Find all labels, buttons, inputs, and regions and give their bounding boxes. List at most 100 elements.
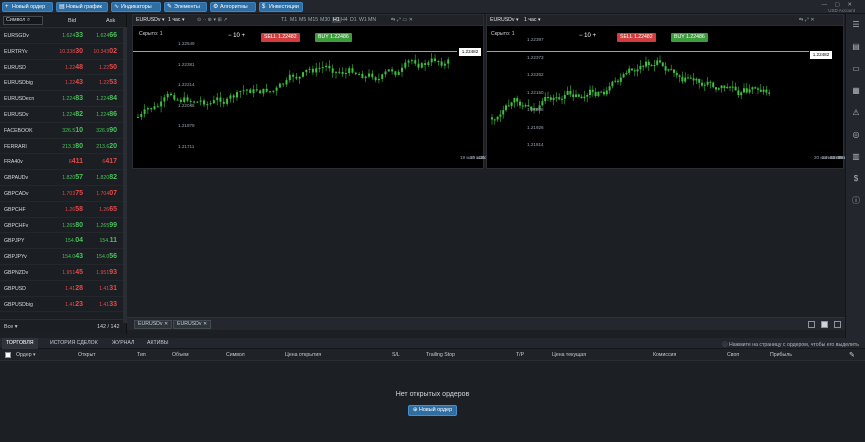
window-icon[interactable]: ▭ xyxy=(851,64,861,74)
quote-row[interactable]: GBPCADv 1.70375 1.70407 xyxy=(0,186,123,202)
calendar-icon[interactable]: ▦ xyxy=(851,86,861,96)
chart-1-options-icon[interactable]: ⇆ ⤢ ▭ ✕ xyxy=(391,17,413,24)
column-header[interactable]: Тип xyxy=(137,352,146,358)
investments-button[interactable]: $ Инвестиции xyxy=(259,2,303,12)
timeframe-m30[interactable]: M30 xyxy=(320,17,330,23)
candle xyxy=(384,71,387,75)
account-info[interactable]: — ▢ ✕ USD Account xyxy=(801,2,855,13)
quote-row[interactable]: GBPNZDv 1.95145 1.95193 xyxy=(0,265,123,281)
column-header[interactable]: Цена открытия xyxy=(285,352,321,358)
timeframe-h1[interactable]: H1 xyxy=(332,17,341,23)
symbol-search-input[interactable]: Символ ⌕ xyxy=(3,16,43,25)
y-tick-label: 1.22397 xyxy=(527,37,544,42)
algorithms-button[interactable]: ⚙ Алгоритмы xyxy=(210,2,256,12)
timeframe-t1[interactable]: T1 xyxy=(281,17,287,23)
candle xyxy=(219,97,222,102)
timeframe-m1[interactable]: M1 xyxy=(290,17,297,23)
elements-button[interactable]: ✎ Элементы xyxy=(164,2,207,12)
quote-row[interactable]: EURTRYv 10.33830 10.34302 xyxy=(0,44,123,60)
column-header[interactable]: Ордер ▾ xyxy=(16,352,36,358)
tab-history[interactable]: ИСТОРИЯ СДЕЛОК xyxy=(46,338,102,349)
layout-single-icon[interactable] xyxy=(808,321,815,328)
column-header[interactable]: Объем xyxy=(172,352,189,358)
compass-icon[interactable]: ◎ xyxy=(851,130,861,140)
column-header[interactable]: Trailing Stop xyxy=(426,352,455,358)
new-chart-button[interactable]: ▤ Новый график xyxy=(56,2,108,12)
timeframe-h4[interactable]: H4 xyxy=(341,17,348,23)
chart-1-period-select[interactable]: 1 час ▾ xyxy=(168,17,185,23)
chart-1-tools-icon[interactable]: ⊙ ·· ⊕ ▾ ⊞ ↗ xyxy=(197,17,228,23)
timeframe-m5[interactable]: M5 xyxy=(299,17,306,23)
chart-2-symbol-select[interactable]: EURUSDv ▾ xyxy=(490,17,519,23)
chart-panel-2[interactable]: EURUSDv ▾ 1 час ▾ ⇆ ⤢ ✕ Скрыто: 1 − 10 +… xyxy=(486,14,865,169)
new-order-button[interactable]: + Новый ордер xyxy=(2,2,53,12)
quote-row[interactable]: FRA40v 6411 6417 xyxy=(0,154,123,171)
candle xyxy=(381,74,384,79)
column-header[interactable]: Комиссия xyxy=(653,352,676,358)
close-icon[interactable]: ✕ xyxy=(203,321,207,327)
quote-row[interactable]: GBPUSDbig 1.4123 1.4133 xyxy=(0,297,123,313)
select-all-checkbox[interactable] xyxy=(5,352,11,358)
chart-2-period-select[interactable]: 1 час ▾ xyxy=(524,17,541,23)
candle xyxy=(561,98,563,100)
timeframe-d1[interactable]: D1 xyxy=(350,17,357,23)
layout-grid-icon[interactable] xyxy=(821,321,828,328)
current-price-tag: 1.22482 xyxy=(459,48,481,56)
tab-assets[interactable]: АКТИВЫ xyxy=(143,338,172,349)
column-header[interactable]: Прибыль xyxy=(770,352,792,358)
chart-1-symbol-select[interactable]: EURUSDv ▾ xyxy=(136,17,165,23)
edit-icon[interactable]: ✎ xyxy=(849,351,855,359)
chart-icon[interactable]: ▤ xyxy=(851,42,861,52)
candle xyxy=(575,94,577,98)
column-header[interactable]: Своп xyxy=(727,352,739,358)
bid-price: 1.2658 xyxy=(50,206,83,213)
close-icon[interactable]: ✕ xyxy=(164,321,168,327)
quote-row[interactable]: FACEBOOK 326.510 326.990 xyxy=(0,123,123,139)
column-header[interactable]: Открыт xyxy=(78,352,96,358)
chart-2-options-icon[interactable]: ⇆ ⤢ ✕ xyxy=(799,17,815,24)
dollar-icon[interactable]: $ xyxy=(851,174,861,184)
quote-row[interactable]: EURUSD 1.2248 1.2250 xyxy=(0,60,123,76)
ask-column-header[interactable]: Ask xyxy=(106,18,115,24)
quote-row[interactable]: GBPJPYv 154.043 154.056 xyxy=(0,249,123,265)
info-icon[interactable]: ⓘ xyxy=(851,196,861,206)
quote-row[interactable]: FERRARI 213.380 213.620 xyxy=(0,139,123,155)
quote-row[interactable]: GBPJPY 154.04 154.11 xyxy=(0,233,123,250)
tab-trading[interactable]: ТОРГОВЛЯ xyxy=(2,338,38,349)
quote-row[interactable]: EURSGDv 1.62433 1.62466 xyxy=(0,28,123,44)
y-tick-label: 1.22549 xyxy=(178,41,195,46)
alert-icon[interactable]: ⚠ xyxy=(851,108,861,118)
quote-row[interactable]: EURUSDecn 1.22483 1.22484 xyxy=(0,91,123,107)
timeframe-mn[interactable]: MN xyxy=(368,17,376,23)
candle xyxy=(650,65,653,67)
ask-price-pips: 20 xyxy=(109,142,117,150)
timeframe-m15[interactable]: M15 xyxy=(308,17,318,23)
ask-price-pips: 66 xyxy=(109,32,117,39)
quote-row[interactable]: GBPCHF 1.2658 1.2665 xyxy=(0,202,123,218)
ask-price-prefix: 1.624 xyxy=(96,33,110,39)
column-header[interactable]: Символ xyxy=(226,352,245,358)
chart-panel-1[interactable]: EURUSDv ▾ 1 час ▾ ⊙ ·· ⊕ ▾ ⊞ ↗ T1 M1 M5 M15… xyxy=(132,14,537,169)
ask-price-prefix: 1.41 xyxy=(99,301,110,308)
candle xyxy=(288,74,291,81)
filter-select[interactable]: Все ▾ xyxy=(4,324,18,330)
column-header[interactable]: S/L xyxy=(392,352,400,358)
column-header[interactable]: Цена текущая xyxy=(552,352,586,358)
quote-row[interactable]: GBPAUDv 1.82057 1.82082 xyxy=(0,170,123,186)
bid-column-header[interactable]: Bid xyxy=(68,18,76,24)
indicators-button[interactable]: ∿ Индикаторы xyxy=(111,2,161,12)
quote-row[interactable]: EURUSDbig 1.2243 1.2253 xyxy=(0,75,123,92)
bars-icon[interactable]: ▥ xyxy=(851,152,861,162)
tab-journal[interactable]: ЖУРНАЛ xyxy=(108,338,138,349)
candle xyxy=(203,100,205,105)
chart-tab-2[interactable]: EURUSDv ✕ xyxy=(173,320,212,329)
menu-icon[interactable]: ☰ xyxy=(851,20,861,30)
quote-row[interactable]: EURUSDv 1.22482 1.22486 xyxy=(0,107,123,123)
quote-row[interactable]: GBPCHFv 1.26580 1.26599 xyxy=(0,218,123,234)
new-order-button[interactable]: ⊕ Новый ордер xyxy=(408,405,457,416)
column-header[interactable]: T/P xyxy=(516,352,524,358)
layout-columns-icon[interactable] xyxy=(834,321,841,328)
chart-tab-1[interactable]: EURUSDv ✕ xyxy=(134,320,173,329)
timeframe-w1[interactable]: W1 xyxy=(359,17,367,23)
quote-row[interactable]: GBPUSD 1.4128 1.4131 xyxy=(0,281,123,297)
